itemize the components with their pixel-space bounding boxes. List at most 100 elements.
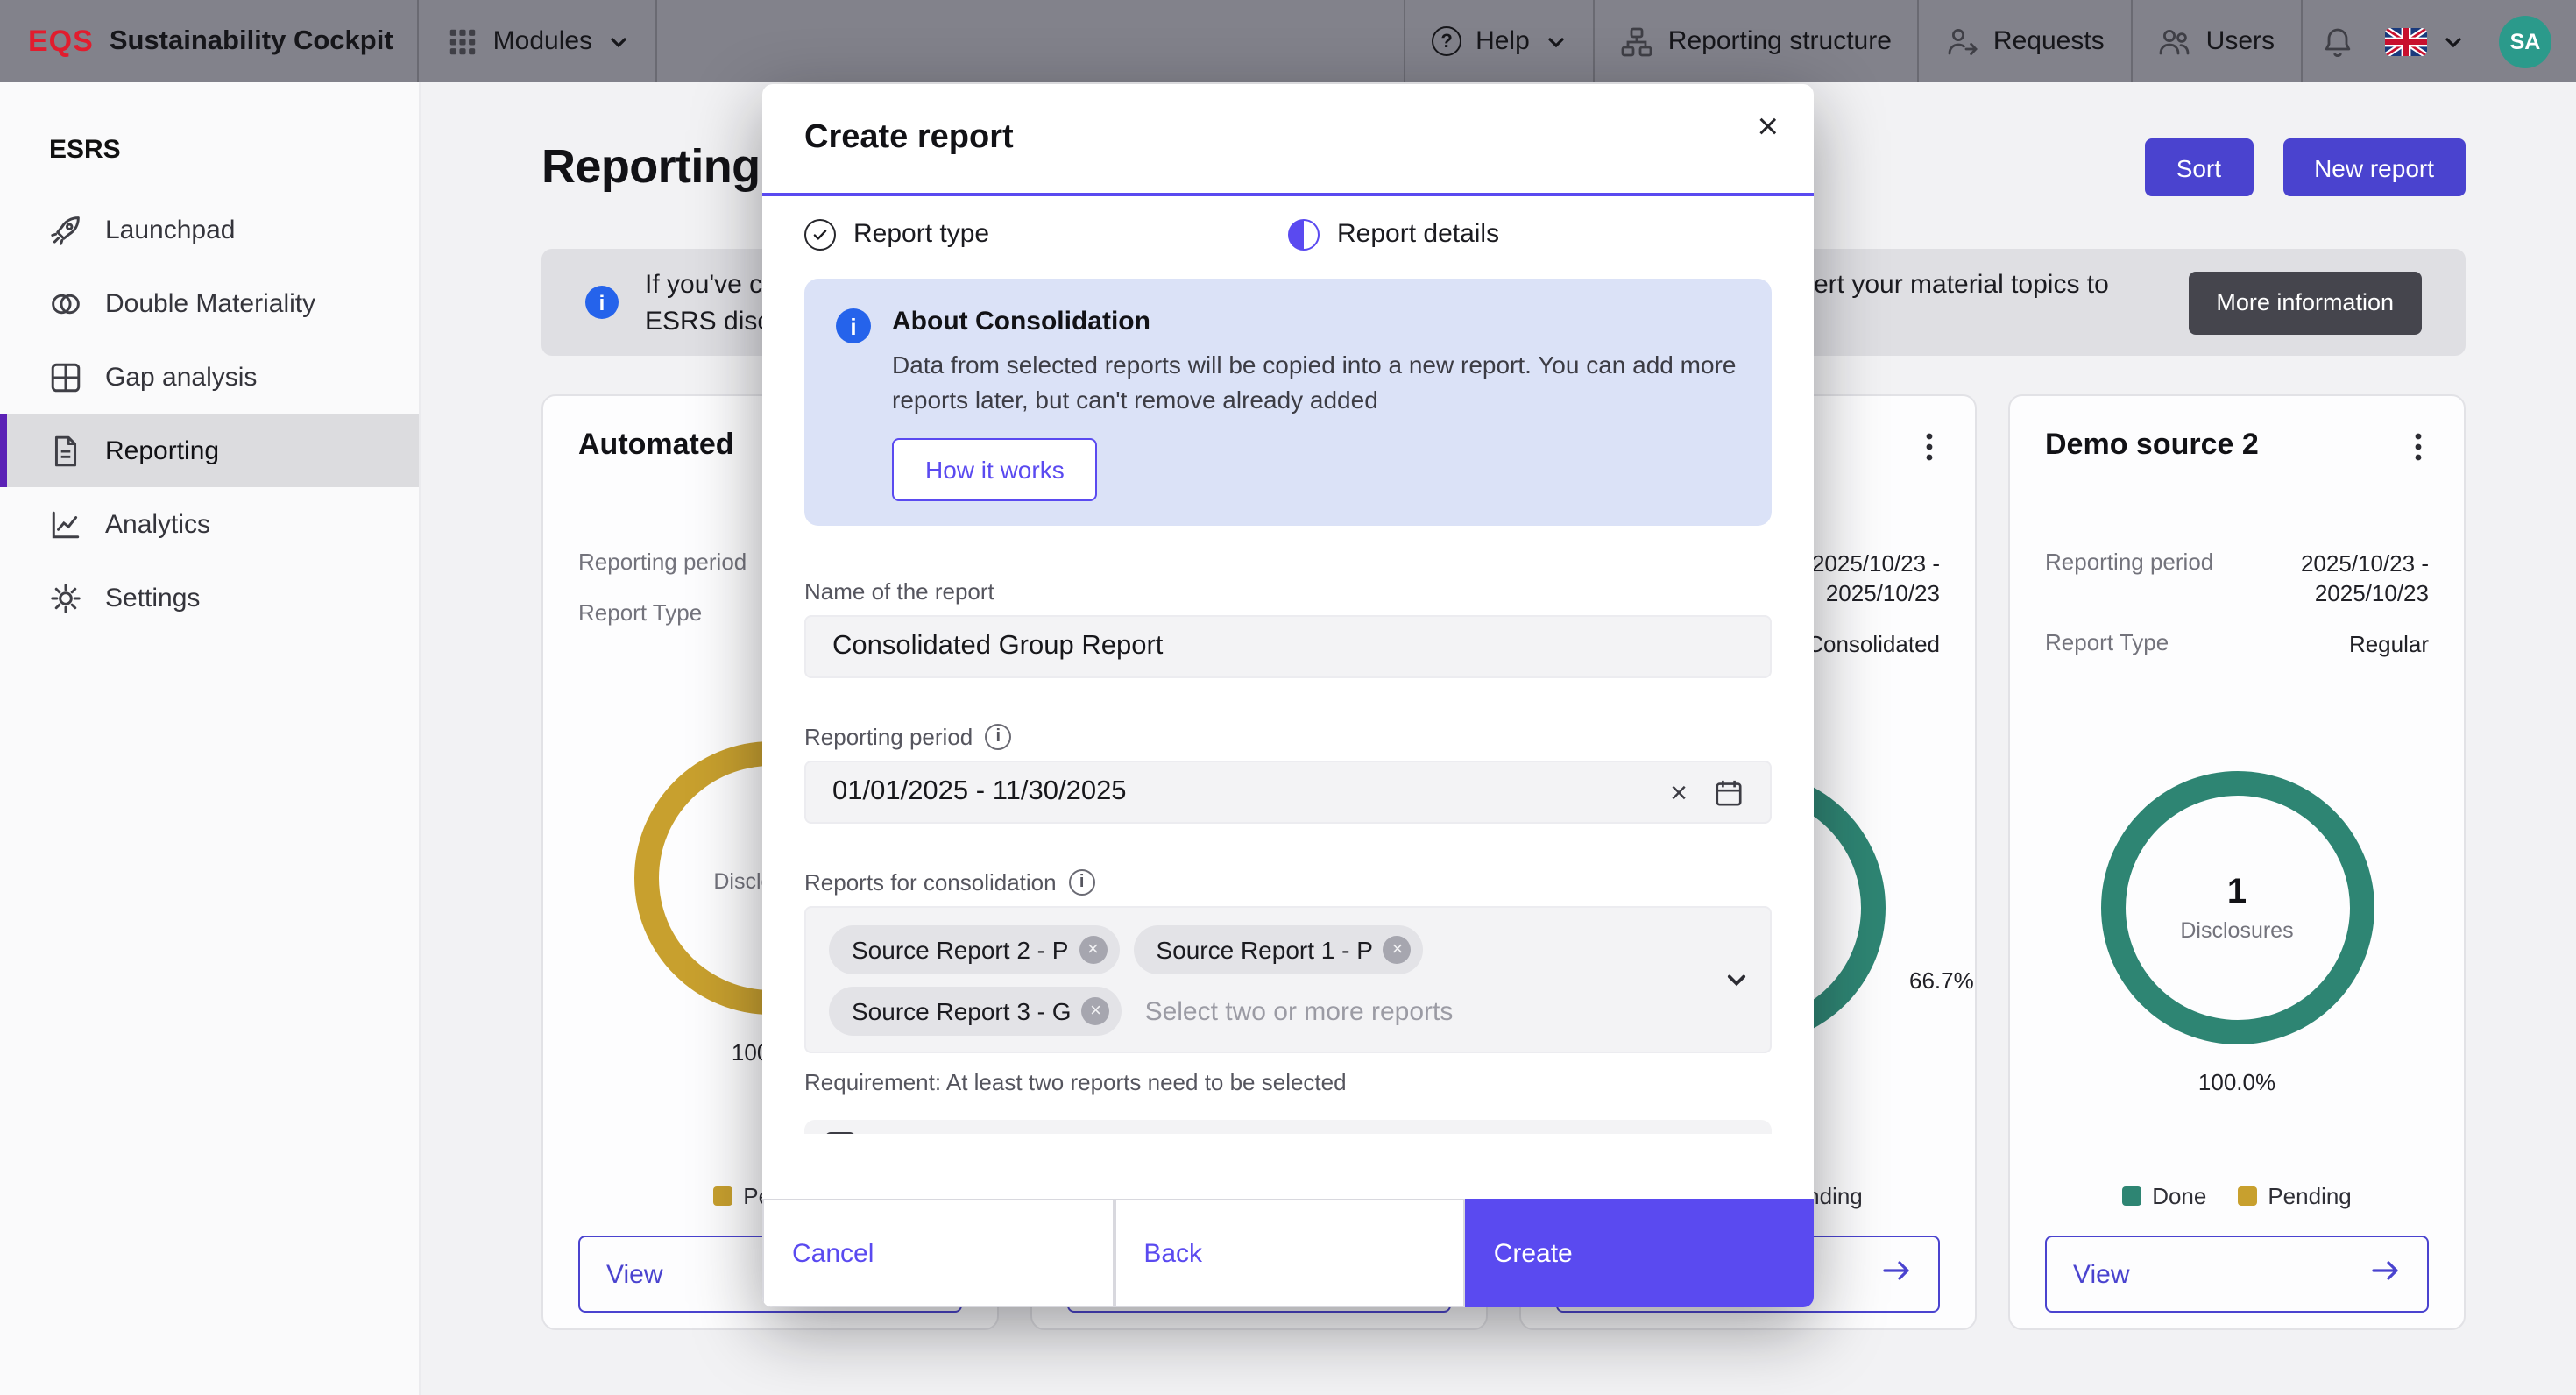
- user-avatar[interactable]: SA: [2499, 15, 2551, 67]
- sidebar-item-gap-analysis[interactable]: Gap analysis: [0, 340, 419, 414]
- chevron-down-icon: [1546, 31, 1567, 52]
- reporting-period-value: 01/01/2025 - 11/30/2025: [832, 776, 1670, 808]
- help-label: Help: [1476, 26, 1530, 56]
- dialog-title: Create report: [804, 119, 1772, 158]
- report-card: Demo source 2 Reporting period2025/10/23…: [2008, 394, 2466, 1330]
- chip-label: Source Report 3 - G: [852, 997, 1072, 1025]
- report-name-input[interactable]: Consolidated Group Report: [804, 615, 1772, 678]
- modules-grid-icon: [446, 25, 479, 58]
- field-value: 2025/10/23 - 2025/10/23: [2301, 549, 2429, 608]
- close-icon[interactable]: ×: [1757, 109, 1779, 145]
- app-title: Sustainability Cockpit: [110, 25, 393, 57]
- uk-flag-icon: [2385, 27, 2427, 55]
- remove-chip-icon[interactable]: ×: [1384, 936, 1412, 964]
- reporting-structure-label: Reporting structure: [1668, 26, 1892, 56]
- reporting-structure-button[interactable]: Reporting structure: [1595, 0, 1918, 82]
- more-information-button[interactable]: More information: [2188, 271, 2422, 334]
- field-value: Regular: [2349, 629, 2429, 659]
- report-name-value: Consolidated Group Report: [832, 631, 1744, 662]
- requirement-helper-text: Requirement: At least two reports need t…: [804, 1069, 1772, 1095]
- bell-icon: [2320, 25, 2353, 58]
- label-text: Name of the report: [804, 578, 994, 605]
- sidebar-item-double-materiality[interactable]: Double Materiality: [0, 266, 419, 340]
- kebab-menu-icon[interactable]: [1919, 428, 1940, 475]
- calendar-icon[interactable]: [1714, 777, 1744, 807]
- field-label: Reporting period: [578, 549, 747, 578]
- sidebar-item-label: Settings: [105, 583, 200, 613]
- sidebar-item-label: Double Materiality: [105, 288, 315, 318]
- donut-label: Disclosures: [2180, 918, 2293, 943]
- double-materiality-icon: [49, 287, 82, 320]
- remove-chip-icon[interactable]: ×: [1079, 936, 1107, 964]
- step-label: Report details: [1337, 219, 1499, 249]
- view-report-button[interactable]: View: [2045, 1236, 2429, 1313]
- reporting-period-input[interactable]: 01/01/2025 - 11/30/2025 ×: [804, 761, 1772, 824]
- info-tooltip-icon[interactable]: i: [985, 724, 1011, 750]
- selected-report-chip: Source Report 2 - P ×: [829, 925, 1119, 974]
- rocket-icon: [49, 213, 82, 246]
- field-value: Consolidated: [1807, 629, 1940, 659]
- kebab-menu-icon[interactable]: [2408, 428, 2429, 475]
- back-button[interactable]: Back: [1114, 1199, 1465, 1307]
- donut-percent-label: 66.7%: [1909, 968, 1974, 995]
- sidebar-item-analytics[interactable]: Analytics: [0, 487, 419, 561]
- banner-text: If you've c ESRS disc: [645, 266, 770, 339]
- legend-label: Done: [2152, 1182, 2206, 1208]
- donut-value: 1: [2227, 873, 2247, 913]
- notifications-button[interactable]: [2303, 0, 2371, 82]
- info-box-title: About Consolidation: [892, 307, 1740, 336]
- requests-button[interactable]: Requests: [1920, 0, 2131, 82]
- banner-text-line2: ESRS disc: [645, 302, 770, 339]
- requests-icon: [1946, 25, 1979, 58]
- step-report-type[interactable]: Report type: [804, 218, 1288, 250]
- sidebar-item-settings[interactable]: Settings: [0, 561, 419, 634]
- field-value: 2025/10/23 - 2025/10/23: [1812, 549, 1940, 608]
- requests-label: Requests: [1993, 26, 2105, 56]
- name-field-label: Name of the report: [804, 578, 1772, 605]
- arrow-right-icon: [1882, 1258, 1912, 1290]
- period-field-label: Reporting period i: [804, 724, 1772, 750]
- help-menu[interactable]: ? Help: [1405, 0, 1593, 82]
- users-icon: [2159, 25, 2192, 58]
- selected-report-chip: Source Report 3 - G ×: [829, 987, 1122, 1036]
- sidebar-item-reporting[interactable]: Reporting: [0, 414, 419, 487]
- multiselect-placeholder: Select two or more reports: [1145, 987, 1454, 1036]
- field-label: Reporting period: [2045, 549, 2213, 608]
- sidebar-item-launchpad[interactable]: Launchpad: [0, 193, 419, 266]
- disclosures-donut-chart: 1 Disclosures 100.0%: [2100, 771, 2374, 1044]
- banner-text-right: ert your material topics to: [1814, 266, 2109, 303]
- chip-label: Source Report 2 - P: [852, 936, 1068, 964]
- sidebar: ESRS Launchpad Double Materiality Gap an…: [0, 82, 421, 1395]
- reports-multiselect[interactable]: Source Report 2 - P × Source Report 1 - …: [804, 906, 1772, 1053]
- sort-button[interactable]: Sort: [2145, 138, 2253, 196]
- checkbox[interactable]: [825, 1132, 855, 1134]
- chevron-down-icon: [2443, 31, 2464, 52]
- label-text: Reports for consolidation: [804, 869, 1057, 896]
- info-icon: i: [585, 286, 619, 319]
- sidebar-item-label: Gap analysis: [105, 362, 257, 392]
- chip-label: Source Report 1 - P: [1156, 936, 1372, 964]
- clear-icon[interactable]: ×: [1670, 777, 1688, 807]
- info-tooltip-icon[interactable]: i: [1069, 869, 1095, 896]
- chevron-down-icon[interactable]: [1724, 967, 1749, 992]
- dialog-body: i About Consolidation Data from selected…: [762, 272, 1814, 1134]
- legend-swatch: [2122, 1186, 2141, 1205]
- grid-icon: [49, 360, 82, 393]
- step-label: Report type: [853, 219, 989, 249]
- how-it-works-button[interactable]: How it works: [892, 438, 1098, 501]
- new-report-button[interactable]: New report: [2282, 138, 2466, 196]
- remove-chip-icon[interactable]: ×: [1082, 997, 1110, 1025]
- sidebar-item-label: Reporting: [105, 435, 219, 465]
- cancel-button[interactable]: Cancel: [762, 1199, 1114, 1307]
- create-report-dialog: Create report × Report type Report detai…: [762, 84, 1814, 1307]
- legend-swatch: [713, 1186, 732, 1205]
- modules-menu[interactable]: Modules: [420, 0, 655, 82]
- step-report-details[interactable]: Report details: [1288, 218, 1772, 250]
- sidebar-nav: Launchpad Double Materiality Gap analysi…: [0, 193, 419, 634]
- users-button[interactable]: Users: [2133, 0, 2301, 82]
- language-selector[interactable]: [2371, 0, 2478, 82]
- arrow-right-icon: [2371, 1258, 2401, 1290]
- create-button[interactable]: Create: [1466, 1199, 1814, 1307]
- consolidation-info-box: i About Consolidation Data from selected…: [804, 279, 1772, 526]
- divider: [655, 0, 657, 82]
